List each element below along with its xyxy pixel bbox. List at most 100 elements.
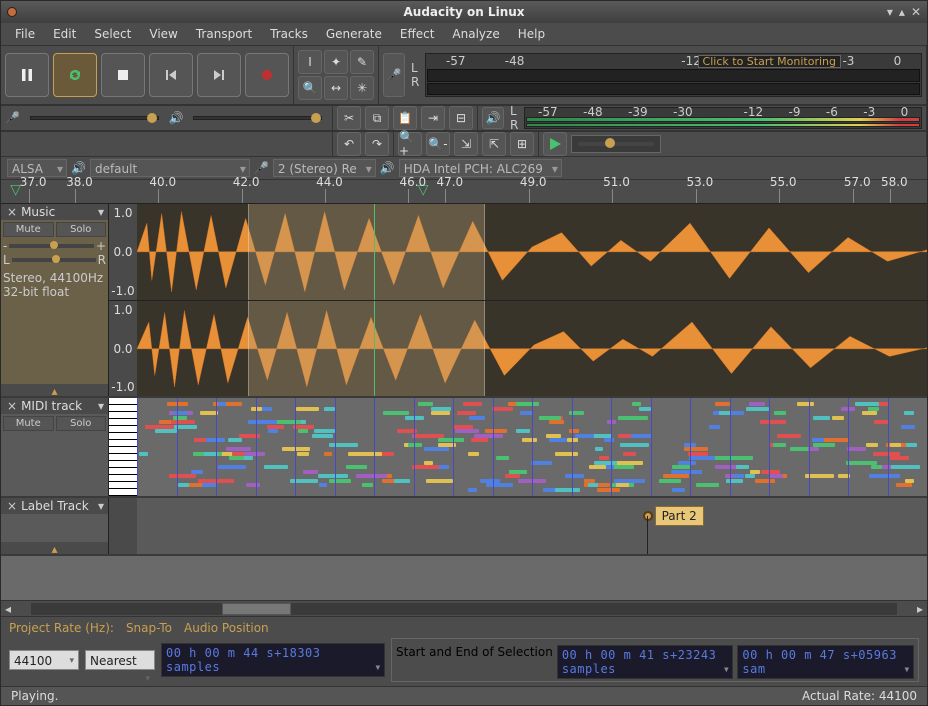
midi-note[interactable]	[732, 456, 753, 460]
envelope-tool[interactable]: ✦	[324, 50, 348, 74]
midi-note[interactable]	[486, 483, 513, 487]
midi-note[interactable]	[173, 411, 188, 415]
fit-selection-button[interactable]: ⇲	[454, 132, 478, 156]
midi-note[interactable]	[468, 452, 479, 456]
midi-note[interactable]	[453, 425, 473, 429]
scroll-thumb[interactable]	[222, 603, 291, 615]
audio-position-field[interactable]: 00 h 00 m 44 s+18303 samples	[161, 643, 385, 677]
midi-note[interactable]	[539, 416, 560, 420]
midi-note[interactable]	[696, 483, 719, 487]
midi-note[interactable]	[412, 465, 439, 469]
midi-note[interactable]	[760, 420, 786, 424]
midi-note[interactable]	[616, 483, 629, 487]
midi-note[interactable]	[282, 447, 310, 451]
menu-effect[interactable]: Effect	[392, 25, 443, 43]
track-collapse-button[interactable]: ▴	[1, 542, 108, 554]
midi-note[interactable]	[394, 479, 410, 483]
midi-note[interactable]	[178, 483, 189, 487]
midi-note[interactable]	[318, 474, 348, 478]
midi-note[interactable]	[618, 434, 631, 438]
midi-note[interactable]	[891, 465, 920, 469]
midi-note[interactable]	[672, 488, 685, 492]
midi-note[interactable]	[761, 470, 781, 474]
midi-note[interactable]	[485, 429, 507, 433]
midi-note[interactable]	[468, 488, 477, 492]
midi-note[interactable]	[200, 411, 218, 415]
midi-note[interactable]	[274, 420, 301, 424]
midi-note[interactable]	[847, 447, 867, 451]
playback-volume-slider[interactable]	[187, 109, 328, 127]
play-at-speed-button[interactable]	[543, 132, 567, 156]
solo-button[interactable]: Solo	[56, 222, 107, 237]
midi-note[interactable]	[629, 434, 652, 438]
midi-note[interactable]	[709, 425, 720, 429]
midi-note[interactable]	[715, 402, 729, 406]
midi-note[interactable]	[469, 416, 485, 420]
midi-note[interactable]	[418, 402, 432, 406]
midi-note[interactable]	[480, 479, 500, 483]
midi-note[interactable]	[244, 456, 253, 460]
midi-note[interactable]	[516, 429, 530, 433]
track-close-button[interactable]: ×	[3, 205, 21, 219]
titlebar[interactable]: Audacity on Linux ▾ ▴ ✕	[1, 1, 927, 23]
amplitude-scale-R[interactable]: 1.0 0.0 -1.0	[109, 300, 137, 396]
midi-note[interactable]	[226, 447, 251, 451]
selection-start-field[interactable]: 00 h 00 m 41 s+23243 samples	[557, 645, 734, 679]
selection-tool[interactable]: I	[298, 50, 322, 74]
speaker-icon-button[interactable]: 🔊	[482, 107, 504, 129]
midi-note[interactable]	[808, 447, 818, 451]
midi-note[interactable]	[171, 420, 195, 424]
midi-note[interactable]	[438, 438, 464, 442]
midi-note[interactable]	[293, 425, 314, 429]
midi-note[interactable]	[218, 402, 227, 406]
mute-button[interactable]: Mute	[3, 416, 54, 431]
midi-note[interactable]	[822, 438, 849, 442]
midi-note[interactable]	[167, 402, 187, 406]
midi-note[interactable]	[198, 479, 207, 483]
midi-note[interactable]	[268, 429, 278, 433]
midi-note[interactable]	[139, 452, 148, 456]
play-loop-button[interactable]	[53, 53, 97, 97]
midi-note[interactable]	[457, 411, 476, 415]
midi-note[interactable]	[431, 411, 450, 415]
midi-note[interactable]	[726, 479, 743, 483]
pan-slider[interactable]	[12, 258, 96, 262]
skip-start-button[interactable]	[149, 53, 193, 97]
window-menu-icon[interactable]	[7, 7, 17, 17]
play-meter[interactable]: -57 -48 -39 -30 -12 -9 -6 -3 0	[524, 107, 922, 129]
midi-note[interactable]	[846, 461, 877, 465]
midi-note[interactable]	[314, 429, 334, 433]
midi-note[interactable]	[862, 411, 877, 415]
record-button[interactable]	[245, 53, 289, 97]
timeline-ruler[interactable]: ▽ ▽ 37.0 38.0 40.0 42.0 44.0 46.0 47.0 4…	[1, 180, 927, 204]
midi-note[interactable]	[595, 447, 603, 451]
track-close-button[interactable]: ×	[3, 399, 21, 413]
midi-note[interactable]	[492, 407, 513, 411]
midi-note[interactable]	[874, 420, 888, 424]
midi-note[interactable]	[901, 425, 915, 429]
midi-note[interactable]	[362, 483, 374, 487]
midi-note[interactable]	[604, 438, 614, 442]
midi-note[interactable]	[755, 479, 775, 483]
midi-note[interactable]	[471, 438, 488, 442]
midi-note[interactable]	[659, 479, 681, 483]
redo-button[interactable]: ↷	[365, 132, 389, 156]
midi-note[interactable]	[174, 425, 196, 429]
multi-tool[interactable]: ✳	[350, 76, 374, 100]
empty-track-space[interactable]	[1, 556, 927, 600]
selection-region[interactable]	[248, 204, 485, 300]
midi-note[interactable]	[228, 438, 242, 442]
midi-note[interactable]	[173, 416, 187, 420]
midi-note[interactable]	[906, 443, 917, 447]
midi-note[interactable]	[575, 434, 594, 438]
project-rate-combo[interactable]: 44100	[9, 650, 79, 670]
midi-note[interactable]	[324, 452, 332, 456]
midi-note[interactable]	[904, 411, 914, 415]
mic-icon-button[interactable]: 🎤	[383, 53, 405, 97]
audio-track-panel[interactable]: × Music ▾ Mute Solo -+ LR Stereo, 44100H…	[1, 204, 109, 396]
midi-note[interactable]	[474, 434, 502, 438]
midi-note[interactable]	[599, 456, 609, 460]
track-menu-button[interactable]: ▾	[96, 499, 106, 513]
playback-speed-slider[interactable]	[571, 135, 661, 153]
midi-note[interactable]	[246, 483, 260, 487]
